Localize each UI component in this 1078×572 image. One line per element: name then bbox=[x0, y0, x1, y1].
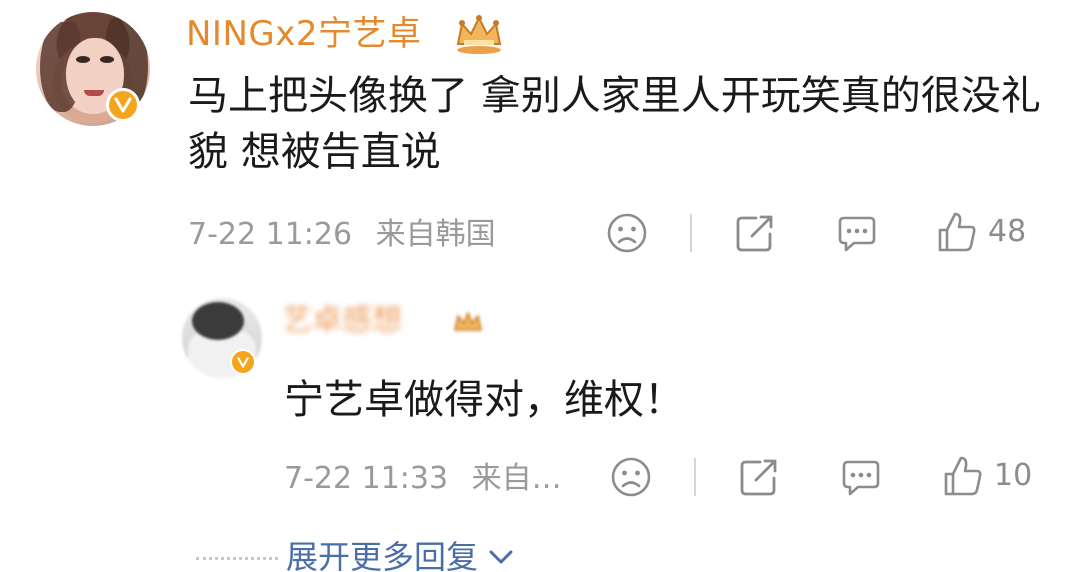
share-button[interactable] bbox=[738, 456, 780, 498]
reply-username[interactable]: 艺卓感想 bbox=[282, 300, 402, 342]
sad-face-icon bbox=[611, 457, 651, 497]
location: 来自… bbox=[471, 461, 562, 496]
divider bbox=[690, 214, 692, 252]
crown-icon bbox=[454, 310, 482, 331]
location: 来自韩国 bbox=[375, 217, 496, 252]
divider bbox=[196, 557, 278, 560]
share-icon bbox=[736, 215, 773, 252]
sad-reaction-button[interactable] bbox=[610, 456, 652, 498]
comment-text: 马上把头像换了 拿别人家里人开玩笑真的很没礼貌 想被告直说 bbox=[188, 73, 1041, 175]
sad-face-icon bbox=[607, 213, 647, 253]
username[interactable]: NINGx2宁艺卓 bbox=[186, 10, 422, 58]
comment-icon bbox=[842, 460, 880, 496]
expand-more-label: 展开更多回复 bbox=[286, 538, 479, 572]
sad-reaction-button[interactable] bbox=[606, 212, 648, 254]
like-button[interactable]: 48 bbox=[936, 210, 1026, 254]
like-icon bbox=[944, 456, 982, 496]
verified-icon bbox=[106, 88, 140, 122]
verified-icon bbox=[230, 349, 256, 375]
comment-meta: 7-22 11:26 来自韩国 bbox=[188, 212, 496, 258]
comment-thread: NINGx2宁艺卓 马上把头像换了 拿别人家里人开玩笑真的很没礼貌 想被告直说 … bbox=[0, 0, 1078, 572]
reply-text: 宁艺卓做得对，维权！ bbox=[284, 377, 684, 423]
like-count: 48 bbox=[988, 214, 1027, 249]
comment-icon bbox=[838, 216, 876, 252]
share-icon bbox=[740, 459, 777, 496]
share-button[interactable] bbox=[734, 212, 776, 254]
expand-more-replies-link[interactable]: 展开更多回复 bbox=[286, 534, 514, 572]
chevron-down-icon bbox=[489, 550, 513, 564]
comment-button[interactable] bbox=[836, 212, 878, 254]
timestamp: 7-22 11:33 bbox=[284, 461, 449, 496]
crown-icon bbox=[456, 15, 502, 54]
like-count: 10 bbox=[994, 458, 1033, 493]
comment-button[interactable] bbox=[840, 456, 882, 498]
divider bbox=[694, 458, 696, 496]
like-button[interactable]: 10 bbox=[942, 454, 1032, 498]
timestamp: 7-22 11:26 bbox=[188, 217, 353, 252]
like-icon bbox=[938, 212, 976, 252]
reply-meta: 7-22 11:33 来自… bbox=[284, 456, 562, 502]
